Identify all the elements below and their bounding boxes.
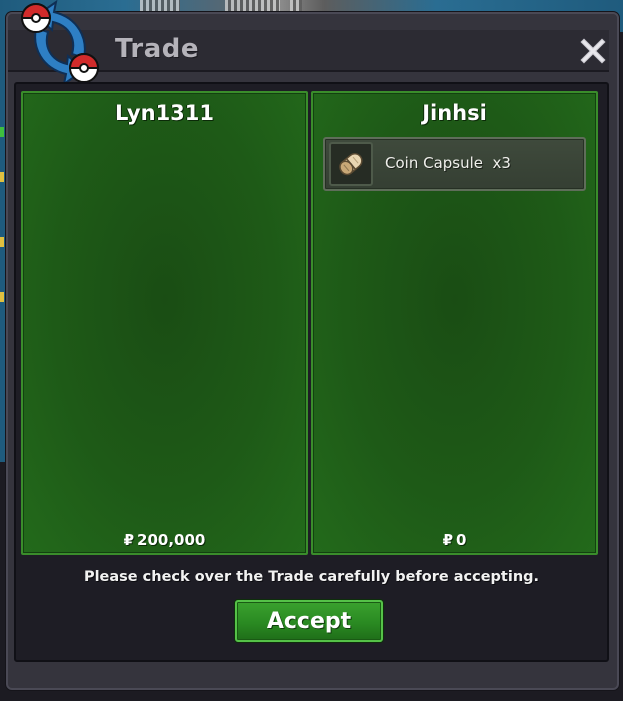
currency-symbol: ₽ — [442, 531, 453, 549]
right-player-name: Jinhsi — [422, 101, 487, 125]
right-money-display: ₽0 — [313, 531, 596, 549]
right-money-value: 0 — [456, 531, 467, 549]
background-mark — [0, 237, 4, 247]
item-label: Coin Capsule x3 — [385, 154, 511, 172]
item-icon-box — [329, 142, 373, 186]
accept-button[interactable]: Accept — [235, 600, 383, 642]
left-money-display: ₽200,000 — [23, 531, 306, 549]
background-mark — [0, 127, 4, 137]
trade-logo — [14, 0, 106, 87]
trade-item-slot[interactable]: Coin Capsule x3 — [323, 137, 586, 191]
window-title: Trade — [115, 34, 199, 64]
trade-arrows-pokeball-icon — [20, 0, 100, 87]
right-trade-panel: Jinhsi Coin Capsule x3 ₽0 — [311, 91, 598, 555]
close-icon — [580, 38, 606, 64]
currency-symbol: ₽ — [123, 531, 135, 549]
close-button[interactable] — [578, 36, 608, 66]
background-mark — [0, 292, 4, 302]
background-mark — [0, 172, 4, 182]
left-trade-panel[interactable]: Lyn1311 ₽200,000 — [21, 91, 308, 555]
trade-notice-text: Please check over the Trade carefully be… — [83, 569, 540, 585]
left-money-value: 200,000 — [137, 531, 206, 549]
left-player-name: Lyn1311 — [114, 101, 215, 125]
coin-capsule-icon — [339, 153, 363, 176]
